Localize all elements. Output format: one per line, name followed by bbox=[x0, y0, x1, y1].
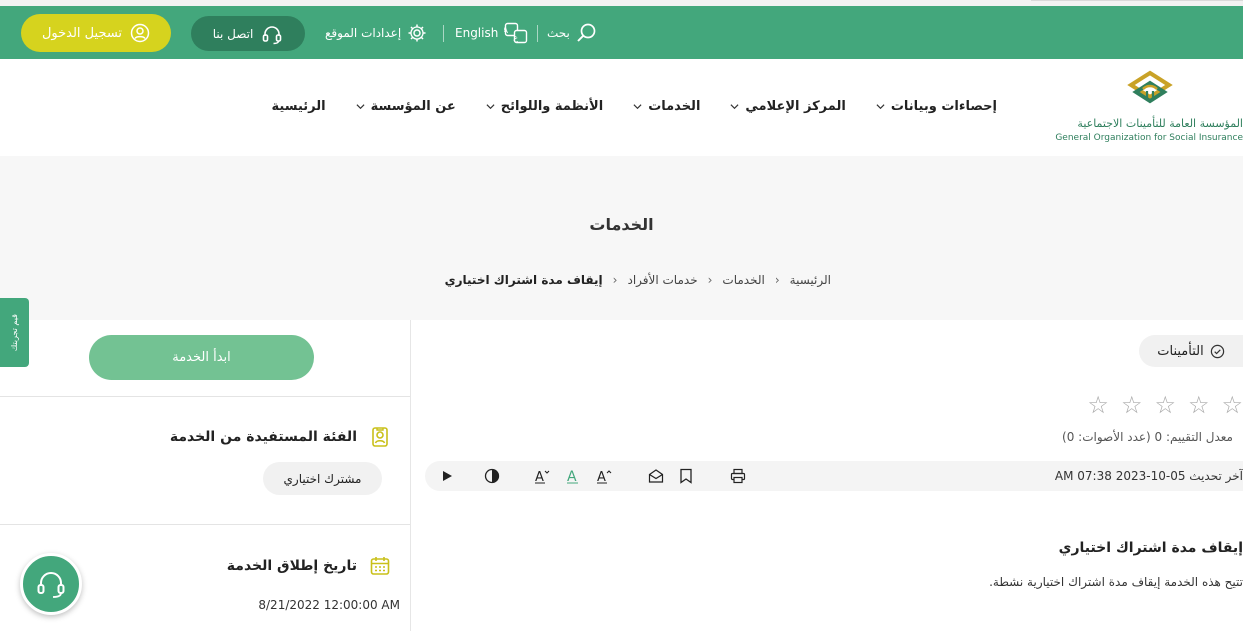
chevron-down-icon bbox=[356, 104, 365, 110]
page-title: الخدمات bbox=[589, 215, 654, 234]
search-link[interactable]: بحث bbox=[547, 20, 598, 46]
launch-date-value: 8/21/2022 12:00:00 AM bbox=[258, 598, 400, 612]
star-icon[interactable]: ☆ bbox=[1154, 393, 1176, 417]
login-label: تسجيل الدخول bbox=[41, 25, 123, 41]
chevron-down-icon bbox=[876, 104, 885, 110]
search-label: بحث bbox=[547, 26, 570, 40]
beneficiary-value: مشترك اختياري bbox=[283, 471, 362, 486]
last-updated: آخر تحديث 05-10-2023 07:38 AM bbox=[1054, 469, 1243, 483]
headset-icon bbox=[37, 572, 65, 598]
nav-item-label: المركز الإعلامي bbox=[745, 99, 846, 114]
breadcrumb-separator-icon: ‹ bbox=[612, 273, 618, 287]
nav-item-label: الأنظمة واللوائح bbox=[500, 99, 604, 114]
contrast-icon[interactable] bbox=[483, 467, 501, 485]
language-label: English bbox=[455, 26, 499, 40]
main-header: المؤسسة العامة للتأمينات الاجتماعية Gene… bbox=[0, 59, 1243, 156]
breadcrumb-separator-icon: ‹ bbox=[774, 273, 780, 287]
chevron-down-icon bbox=[730, 104, 739, 110]
star-icon[interactable]: ☆ bbox=[1221, 393, 1243, 417]
nav-item-about[interactable]: عن المؤسسة bbox=[356, 99, 456, 114]
breadcrumb-separator-icon: ‹ bbox=[707, 273, 713, 287]
rating-summary: معدل التقييم: 0 (عدد الأصوات: 0) bbox=[1062, 430, 1233, 444]
chevron-down-icon bbox=[486, 104, 495, 110]
logo-arabic-text: المؤسسة العامة للتأمينات الاجتماعية bbox=[1077, 117, 1243, 130]
topbar-divider bbox=[537, 25, 538, 42]
nav-item-label: الخدمات bbox=[648, 99, 701, 114]
gear-icon bbox=[408, 24, 426, 42]
beneficiary-value-badge: مشترك اختياري bbox=[263, 462, 382, 495]
headset-icon bbox=[263, 25, 282, 44]
breadcrumb-item-services[interactable]: الخدمات bbox=[722, 273, 764, 287]
translate-icon: Aع bbox=[504, 22, 528, 44]
beneficiary-heading: الفئة المستفيدة من الخدمة bbox=[170, 426, 391, 448]
nav-item-statistics[interactable]: إحصاءات وبيانات bbox=[876, 99, 997, 114]
column-divider bbox=[410, 320, 411, 631]
feedback-tab-label: قيم تجربتك bbox=[10, 313, 19, 352]
logo-english-text: General Organization for Social Insuranc… bbox=[1055, 133, 1243, 143]
breadcrumb-item-home[interactable]: الرئيسية bbox=[790, 273, 831, 287]
svg-text:ع: ع bbox=[514, 33, 519, 42]
user-circle-icon bbox=[130, 23, 150, 43]
breadcrumb-item-individual-services[interactable]: خدمات الأفراد bbox=[627, 273, 697, 287]
nav-item-home[interactable]: الرئيسية bbox=[272, 99, 326, 114]
search-icon bbox=[577, 23, 596, 42]
nav-item-label: الرئيسية bbox=[271, 99, 326, 114]
login-button[interactable]: تسجيل الدخول bbox=[21, 14, 171, 52]
nav-item-media-center[interactable]: المركز الإعلامي bbox=[730, 99, 846, 114]
star-icon[interactable]: ☆ bbox=[1188, 393, 1210, 417]
launch-date-heading-text: تاريخ إطلاق الخدمة bbox=[226, 558, 357, 574]
start-service-label: ابدأ الخدمة bbox=[172, 350, 231, 365]
feedback-tab[interactable]: قيم تجربتك bbox=[0, 298, 29, 367]
top-bar: تسجيل الدخول اتصل بنا إعدادات الموقع Aع … bbox=[0, 6, 1243, 59]
nav-item-label: إحصاءات وبيانات bbox=[890, 99, 997, 114]
breadcrumb-item-current: إيقاف مدة اشتراك اختياري bbox=[444, 273, 603, 287]
decrease-font-icon[interactable]: A bbox=[534, 467, 552, 485]
beneficiary-heading-text: الفئة المستفيدة من الخدمة bbox=[169, 429, 357, 445]
launch-date-heading: تاريخ إطلاق الخدمة bbox=[227, 555, 391, 577]
top-strip-edge bbox=[1031, 0, 1243, 1]
category-tag[interactable]: التأمينات bbox=[1139, 335, 1243, 367]
sidebar-divider bbox=[0, 524, 410, 525]
main-nav: الرئيسية عن المؤسسة الأنظمة واللوائح الخ… bbox=[242, 99, 997, 114]
sidebar-divider bbox=[0, 396, 410, 397]
gosi-logo[interactable]: المؤسسة العامة للتأمينات الاجتماعية Gene… bbox=[1053, 69, 1243, 149]
star-icon[interactable]: ☆ bbox=[1121, 393, 1143, 417]
breadcrumb: الرئيسية ‹ الخدمات ‹ خدمات الأفراد ‹ إيق… bbox=[445, 273, 831, 287]
nav-item-services[interactable]: الخدمات bbox=[633, 99, 700, 114]
gosi-emblem-icon bbox=[1127, 70, 1173, 104]
service-description: تتيح هذه الخدمة إيقاف مدة اشتراك اختياري… bbox=[989, 575, 1243, 589]
category-tag-label: التأمينات bbox=[1157, 343, 1204, 359]
contact-button[interactable]: اتصل بنا bbox=[191, 16, 305, 51]
email-share-icon[interactable] bbox=[647, 467, 665, 485]
svg-text:A: A bbox=[504, 26, 509, 35]
service-title: إيقاف مدة اشتراك اختياري bbox=[1058, 540, 1243, 556]
nav-item-regulations[interactable]: الأنظمة واللوائح bbox=[486, 99, 603, 114]
rating-stars: ☆ ☆ ☆ ☆ ☆ bbox=[1087, 393, 1243, 417]
user-badge-icon bbox=[372, 427, 388, 447]
nav-item-label: عن المؤسسة bbox=[370, 99, 456, 114]
bookmark-icon[interactable] bbox=[677, 467, 695, 485]
support-chat-button[interactable] bbox=[20, 553, 82, 615]
increase-font-icon[interactable]: A bbox=[596, 467, 614, 485]
page-hero: الخدمات الرئيسية ‹ الخدمات ‹ خدمات الأفر… bbox=[0, 156, 1243, 320]
check-circle-icon bbox=[1210, 344, 1224, 358]
start-service-button[interactable]: ابدأ الخدمة bbox=[89, 335, 314, 380]
print-icon[interactable] bbox=[729, 467, 747, 485]
chevron-down-icon bbox=[633, 104, 642, 110]
calendar-icon bbox=[370, 557, 390, 575]
play-audio-icon[interactable] bbox=[438, 467, 456, 485]
topbar-divider bbox=[443, 25, 444, 42]
language-switch[interactable]: Aع English bbox=[455, 20, 528, 46]
site-settings-link[interactable]: إعدادات الموقع bbox=[325, 20, 427, 46]
star-icon[interactable]: ☆ bbox=[1087, 393, 1109, 417]
contact-label: اتصل بنا bbox=[212, 26, 254, 41]
reset-font-icon[interactable]: A bbox=[565, 467, 583, 485]
site-settings-label: إعدادات الموقع bbox=[325, 26, 402, 40]
